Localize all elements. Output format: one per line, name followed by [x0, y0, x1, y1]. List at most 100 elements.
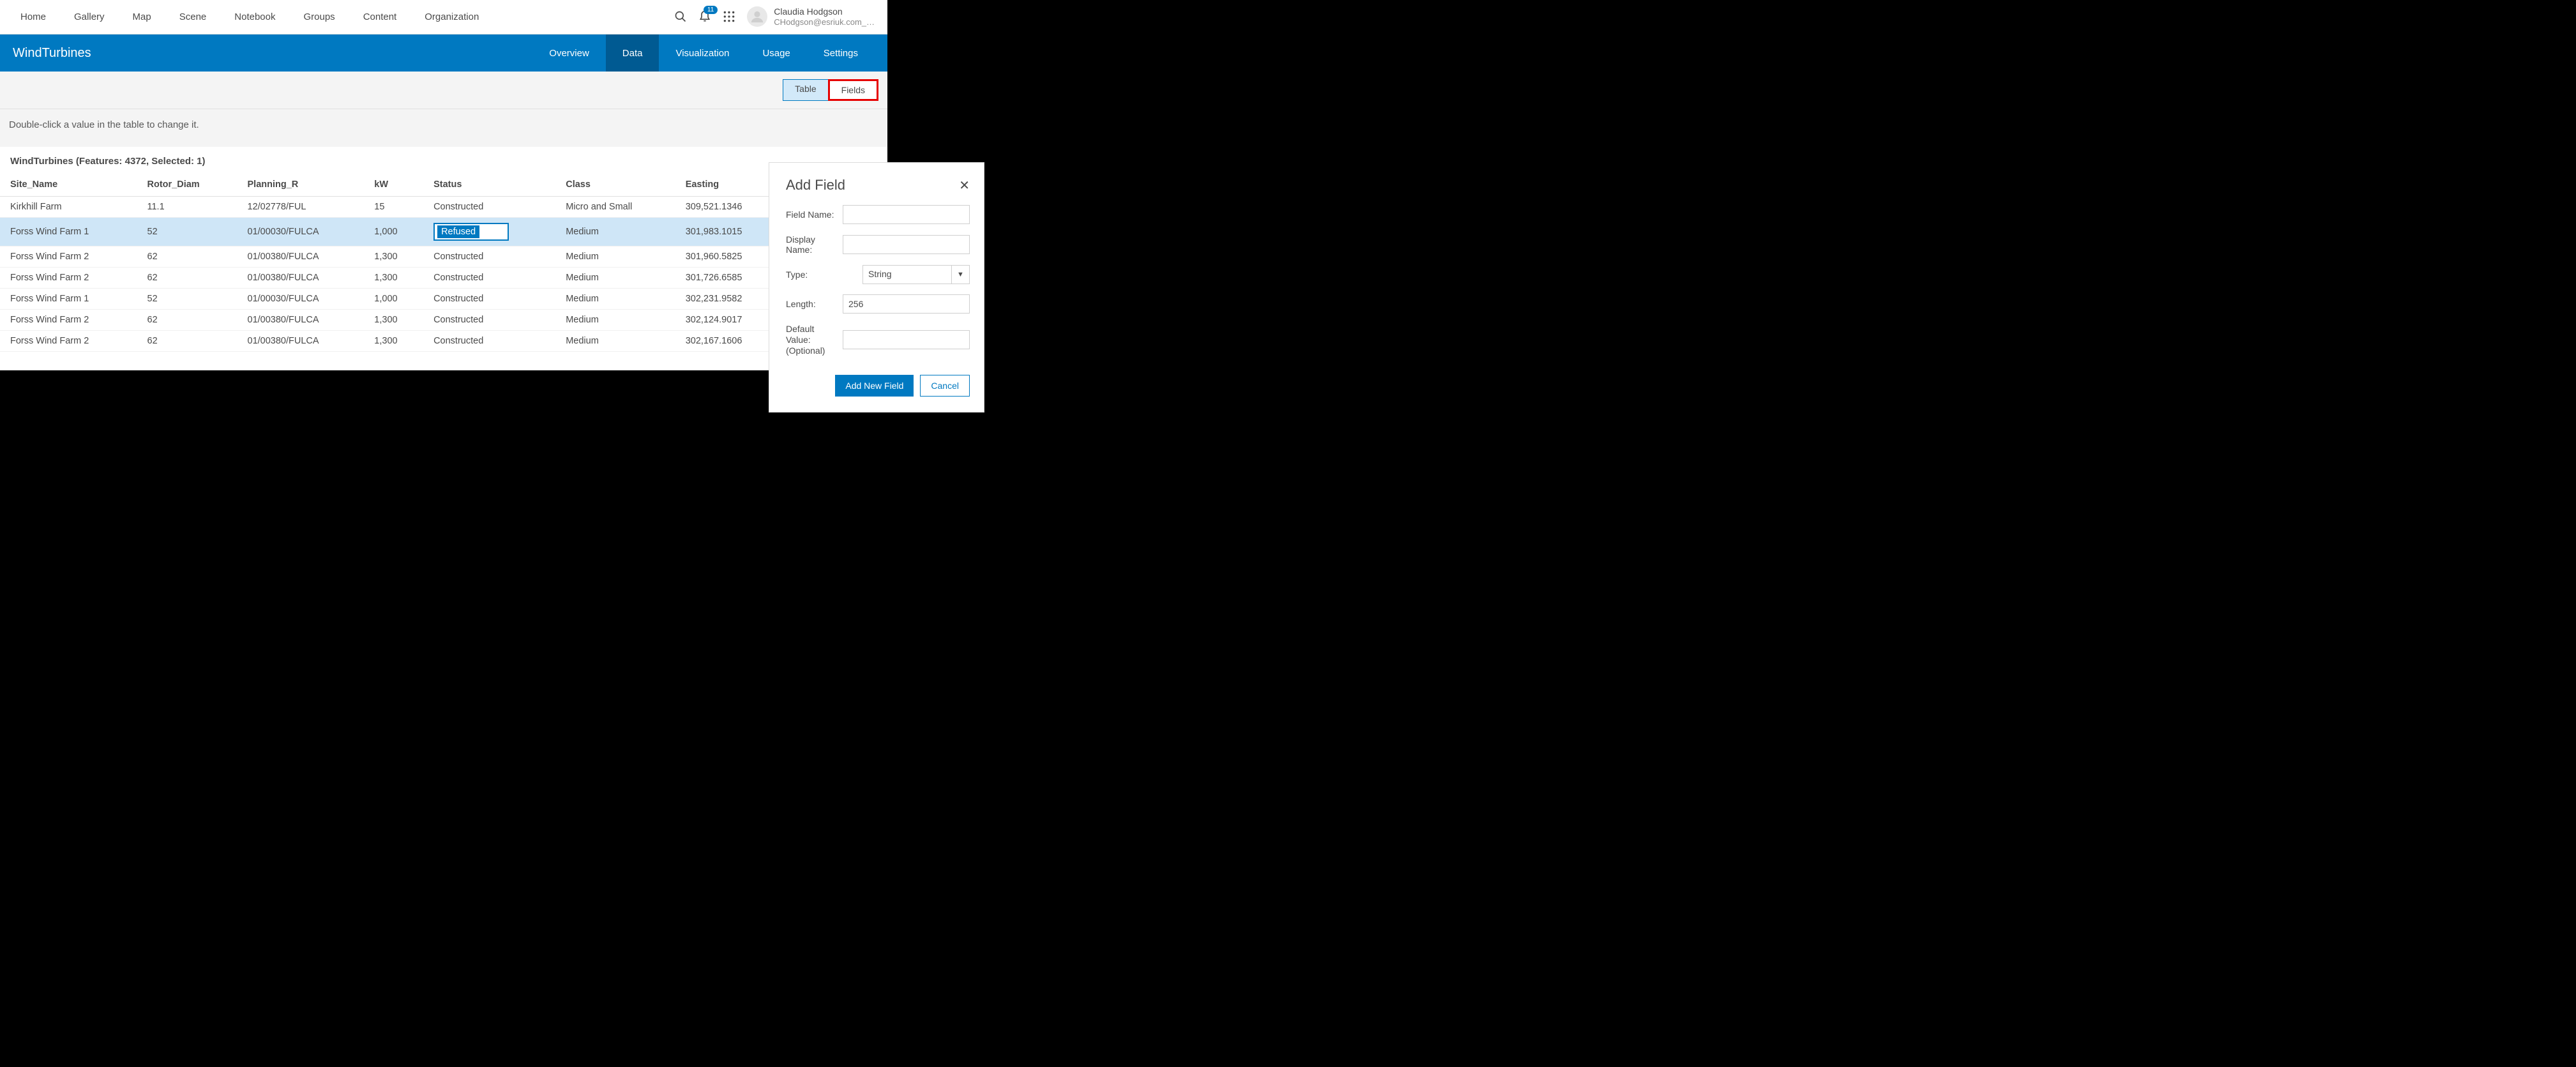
table-cell[interactable]: 1,300: [364, 268, 423, 289]
table-cell[interactable]: 62: [137, 268, 237, 289]
nav-groups[interactable]: Groups: [289, 0, 349, 34]
nav-map[interactable]: Map: [119, 0, 165, 34]
table-cell[interactable]: 01/00380/FULCA: [237, 310, 365, 331]
table-cell[interactable]: Medium: [555, 218, 675, 246]
nav-gallery[interactable]: Gallery: [60, 0, 119, 34]
table-cell[interactable]: Forss Wind Farm 1: [0, 289, 137, 310]
input-length[interactable]: [843, 294, 970, 314]
table-cell[interactable]: 302,167.1606: [675, 331, 781, 352]
table-cell[interactable]: Medium: [555, 331, 675, 352]
table-cell[interactable]: 302,124.9017: [675, 310, 781, 331]
table-cell[interactable]: 62: [137, 310, 237, 331]
table-cell[interactable]: 62: [137, 246, 237, 268]
table-cell[interactable]: 01/00380/FULCA: [237, 268, 365, 289]
app-launcher-icon[interactable]: [723, 10, 735, 23]
table-cell[interactable]: Forss Wind Farm 2: [0, 246, 137, 268]
col-easting[interactable]: Easting: [675, 174, 781, 197]
toggle-fields-button[interactable]: Fields: [828, 79, 878, 101]
table-cell[interactable]: Constructed: [423, 197, 555, 218]
table-cell[interactable]: Medium: [555, 289, 675, 310]
add-new-field-button[interactable]: Add New Field: [835, 375, 914, 397]
input-default-value[interactable]: [843, 330, 970, 349]
nav-scene[interactable]: Scene: [165, 0, 221, 34]
col-kw[interactable]: kW: [364, 174, 423, 197]
toggle-table-button[interactable]: Table: [783, 79, 828, 101]
nav-organization[interactable]: Organization: [411, 0, 493, 34]
table-cell[interactable]: 302,231.9582: [675, 289, 781, 310]
search-icon[interactable]: [674, 10, 687, 23]
table-row[interactable]: Forss Wind Farm 26201/00380/FULCA1,300Co…: [0, 246, 887, 268]
table-cell[interactable]: 301,960.5825: [675, 246, 781, 268]
table-row[interactable]: Forss Wind Farm 26201/00380/FULCA1,300Co…: [0, 268, 887, 289]
close-icon[interactable]: ✕: [959, 178, 970, 193]
table-cell[interactable]: Forss Wind Farm 1: [0, 218, 137, 246]
item-subnav: WindTurbines Overview Data Visualization…: [0, 34, 887, 72]
user-menu[interactable]: Claudia Hodgson CHodgson@esriuk.com_…: [747, 6, 875, 27]
table-cell[interactable]: 01/00030/FULCA: [237, 218, 365, 246]
table-cell[interactable]: 62: [137, 331, 237, 352]
label-display-name: Display Name:: [786, 234, 836, 255]
table-cell[interactable]: Constructed: [423, 310, 555, 331]
table-cell[interactable]: 01/00380/FULCA: [237, 246, 365, 268]
table-cell[interactable]: Medium: [555, 310, 675, 331]
table-cell[interactable]: 1,000: [364, 289, 423, 310]
table-cell[interactable]: 01/00380/FULCA: [237, 331, 365, 352]
table-cell[interactable]: Forss Wind Farm 2: [0, 310, 137, 331]
table-cell[interactable]: Constructed: [423, 331, 555, 352]
table-cell[interactable]: Medium: [555, 246, 675, 268]
table-cell[interactable]: Constructed: [423, 289, 555, 310]
cell-editor[interactable]: Refused: [433, 223, 509, 241]
notifications-button[interactable]: 11: [698, 10, 711, 24]
table-cell[interactable]: 11.1: [137, 197, 237, 218]
col-planning-r[interactable]: Planning_R: [237, 174, 365, 197]
col-class[interactable]: Class: [555, 174, 675, 197]
tab-data[interactable]: Data: [606, 34, 659, 72]
subnav-tabs: Overview Data Visualization Usage Settin…: [532, 34, 875, 72]
table-cell[interactable]: 15: [364, 197, 423, 218]
tab-overview[interactable]: Overview: [532, 34, 606, 72]
table-row[interactable]: Forss Wind Farm 26201/00380/FULCA1,300Co…: [0, 310, 887, 331]
table-row[interactable]: Kirkhill Farm11.112/02778/FUL15Construct…: [0, 197, 887, 218]
tab-visualization[interactable]: Visualization: [659, 34, 746, 72]
dialog-actions: Add New Field Cancel: [786, 375, 970, 397]
table-row[interactable]: Forss Wind Farm 15201/00030/FULCA1,000Co…: [0, 289, 887, 310]
table-cell[interactable]: Constructed: [423, 268, 555, 289]
tab-usage[interactable]: Usage: [746, 34, 806, 72]
table-cell[interactable]: 1,300: [364, 246, 423, 268]
nav-content[interactable]: Content: [349, 0, 411, 34]
table-row[interactable]: Forss Wind Farm 26201/00380/FULCA1,300Co…: [0, 331, 887, 352]
col-rotor-diam[interactable]: Rotor_Diam: [137, 174, 237, 197]
table-cell[interactable]: Constructed: [423, 246, 555, 268]
table-row[interactable]: Forss Wind Farm 15201/00030/FULCA1,000 Re…: [0, 218, 887, 246]
table-cell[interactable]: 52: [137, 218, 237, 246]
table-cell[interactable]: 1,300: [364, 310, 423, 331]
table-header-row: Site_Name Rotor_Diam Planning_R kW Statu…: [0, 174, 887, 197]
avatar-icon: [747, 6, 767, 27]
table-cell[interactable]: 01/00030/FULCA: [237, 289, 365, 310]
table-cell[interactable]: Kirkhill Farm: [0, 197, 137, 218]
table-cell[interactable]: Medium: [555, 268, 675, 289]
table-cell[interactable]: 52: [137, 289, 237, 310]
nav-notebook[interactable]: Notebook: [220, 0, 289, 34]
nav-home[interactable]: Home: [6, 0, 60, 34]
tab-settings[interactable]: Settings: [807, 34, 875, 72]
col-status[interactable]: Status: [423, 174, 555, 197]
add-field-dialog: Add Field ✕ Field Name: Display Name: Ty…: [769, 162, 984, 412]
table-cell[interactable]: Refused: [423, 218, 555, 246]
dialog-header: Add Field ✕: [786, 177, 970, 193]
cancel-button[interactable]: Cancel: [920, 375, 970, 397]
table-cell[interactable]: Forss Wind Farm 2: [0, 268, 137, 289]
input-field-name[interactable]: [843, 205, 970, 224]
table-cell[interactable]: 309,521.1346: [675, 197, 781, 218]
col-site-name[interactable]: Site_Name: [0, 174, 137, 197]
select-type[interactable]: String ▼: [862, 265, 970, 284]
table-cell[interactable]: 1,000: [364, 218, 423, 246]
user-text: Claudia Hodgson CHodgson@esriuk.com_…: [774, 6, 875, 27]
table-cell[interactable]: 301,983.1015: [675, 218, 781, 246]
table-cell[interactable]: Micro and Small: [555, 197, 675, 218]
table-cell[interactable]: 1,300: [364, 331, 423, 352]
table-cell[interactable]: 301,726.6585: [675, 268, 781, 289]
input-display-name[interactable]: [843, 235, 970, 254]
table-cell[interactable]: Forss Wind Farm 2: [0, 331, 137, 352]
table-cell[interactable]: 12/02778/FUL: [237, 197, 365, 218]
